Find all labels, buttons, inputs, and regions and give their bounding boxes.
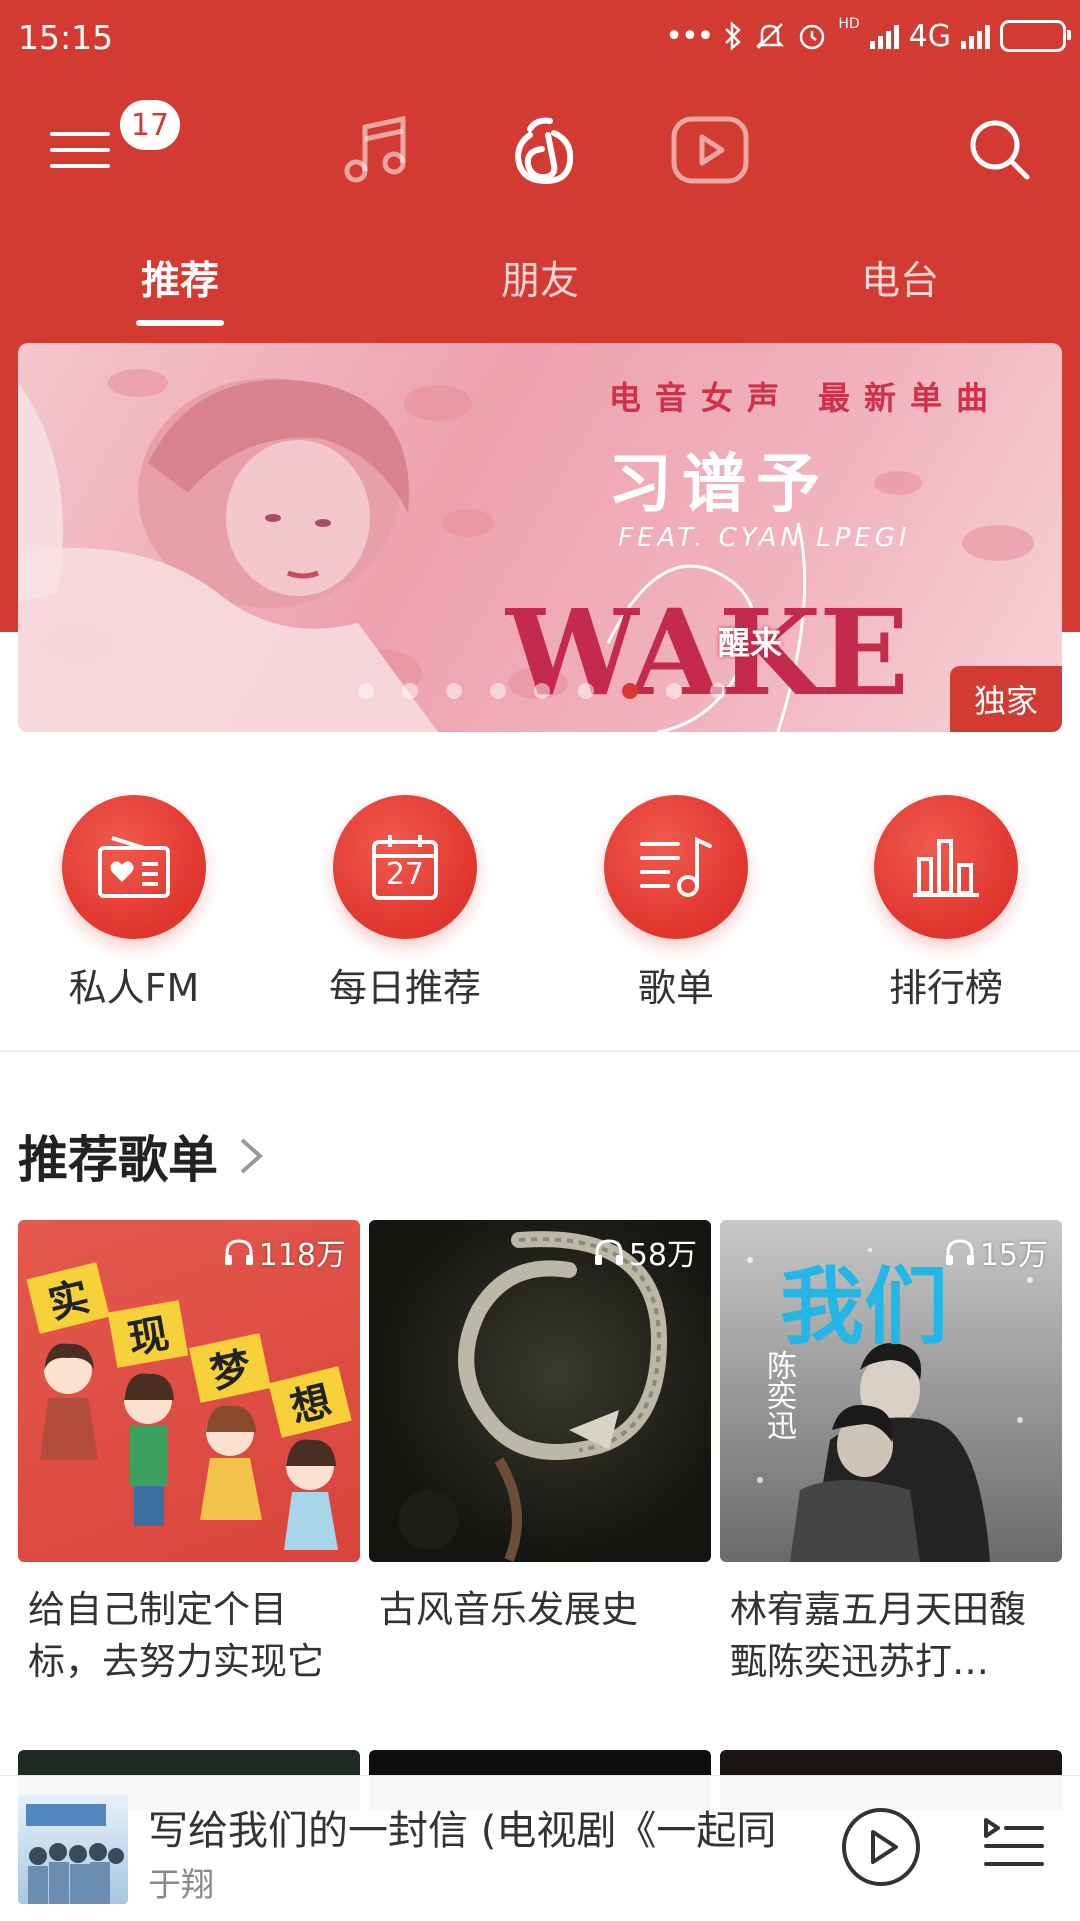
sub-tabs: 推荐 朋友 电台 <box>0 250 1080 330</box>
radio-icon <box>98 836 170 898</box>
banner-feat: FEAT. CYAN LPEGI <box>618 523 911 553</box>
tab-video[interactable] <box>660 90 760 210</box>
carousel-dot-active[interactable] <box>622 683 638 699</box>
video-icon <box>671 116 749 184</box>
tab-recommend[interactable]: 推荐 <box>80 250 280 306</box>
banner-subtitle: 电音女声 最新单曲 <box>608 379 1002 417</box>
status-time: 15:15 <box>18 18 114 57</box>
playlist-card[interactable]: 我们 陈奕迅 15万 林宥嘉五月天田馥甄陈奕迅苏打… <box>720 1220 1062 1688</box>
status-icons: ••• HD 4G 78 <box>665 16 1071 56</box>
menu-icon <box>50 132 110 168</box>
exclusive-tag: 独家 <box>950 666 1062 732</box>
play-icon <box>842 1808 920 1886</box>
chevron-right-icon <box>240 1138 264 1174</box>
playlist-title: 给自己制定个目标，去努力实现它 <box>28 1588 324 1683</box>
queue-list-icon <box>984 1818 1044 1866</box>
quick-daily[interactable]: 27 每日推荐 <box>285 795 525 1012</box>
play-count: 58万 <box>593 1230 697 1274</box>
quick-label: 排行榜 <box>888 966 1003 1010</box>
headphones-icon <box>945 1239 974 1265</box>
playlist-icon <box>640 836 712 897</box>
quick-label: 每日推荐 <box>328 966 481 1010</box>
play-button[interactable] <box>840 1806 922 1892</box>
battery-level: 78 <box>1035 24 1063 48</box>
banner-title-cn: 醒来 <box>718 624 783 662</box>
quick-charts[interactable]: 排行榜 <box>826 795 1066 1012</box>
section-divider <box>0 1050 1080 1052</box>
notification-badge: 17 <box>120 100 180 150</box>
playlist-title: 古风音乐发展史 <box>379 1588 638 1631</box>
chart-icon <box>913 839 979 897</box>
tab-friends[interactable]: 朋友 <box>440 250 640 306</box>
carousel-dot[interactable] <box>710 683 726 699</box>
now-playing-artist: 于翔 <box>148 1865 214 1904</box>
now-playing-art <box>26 1804 124 1904</box>
search-icon <box>970 120 1030 180</box>
mute-icon <box>756 23 785 49</box>
menu-button[interactable]: 17 <box>40 90 180 210</box>
headphones-icon <box>224 1239 253 1265</box>
chart-icon-circle <box>874 795 1018 939</box>
music-note-icon <box>344 115 406 183</box>
section-title: 推荐歌单 <box>18 1131 218 1189</box>
play-count-value: 15万 <box>979 1238 1048 1273</box>
playlist-cover: 58万 <box>369 1220 711 1562</box>
playlist-card[interactable]: 58万 古风音乐发展史 <box>369 1220 711 1636</box>
playlist-cover: 我们 陈奕迅 15万 <box>720 1220 1062 1562</box>
playlist-queue-button[interactable] <box>982 1816 1046 1876</box>
carousel-dot[interactable] <box>358 683 374 699</box>
carousel-dot[interactable] <box>534 683 550 699</box>
playlist-title: 林宥嘉五月天田馥甄陈奕迅苏打… <box>730 1588 1026 1683</box>
headphones-icon <box>594 1239 623 1265</box>
carousel-dots <box>358 683 726 699</box>
banner-carousel[interactable]: 电音女声 最新单曲 习谱予 FEAT. CYAN LPEGI WAKE 醒来 独… <box>18 343 1062 732</box>
quick-label: 私人FM <box>68 966 200 1010</box>
carousel-dot[interactable] <box>446 683 462 699</box>
signal-icon <box>869 23 899 49</box>
more-dots-icon: ••• <box>665 18 714 54</box>
tab-underline <box>136 320 224 326</box>
play-count-value: 58万 <box>628 1238 697 1273</box>
carousel-dot[interactable] <box>490 683 506 699</box>
quick-entries: 私人FM 27 每日推荐 歌单 排行榜 <box>0 795 1080 1015</box>
mini-player[interactable]: 写给我们的一封信 (电视剧《一起同 于翔 <box>0 1775 1080 1921</box>
quick-private-fm[interactable]: 私人FM <box>14 795 254 1012</box>
play-count-value: 118万 <box>258 1238 346 1273</box>
carousel-dot[interactable] <box>666 683 682 699</box>
top-navigation: 17 <box>0 90 1080 210</box>
calendar-icon-circle: 27 <box>333 795 477 939</box>
status-bar: 15:15 ••• HD 4G 78 <box>0 0 1080 76</box>
play-count: 15万 <box>944 1230 1048 1274</box>
calendar-day: 27 <box>385 856 425 892</box>
bluetooth-icon <box>725 21 742 51</box>
banner-title-en: WAKE <box>506 583 909 722</box>
network-type: 4G <box>908 18 951 54</box>
tab-discover[interactable] <box>495 90 595 210</box>
play-count: 118万 <box>223 1230 346 1274</box>
now-playing-cover <box>18 1794 128 1904</box>
hd-label: HD <box>838 16 860 32</box>
quick-label: 歌单 <box>637 966 714 1010</box>
alarm-icon <box>800 24 825 50</box>
cover-text: 我们 <box>780 1258 949 1356</box>
radio-icon-circle <box>62 795 206 939</box>
quick-playlists[interactable]: 歌单 <box>556 795 796 1012</box>
tab-radio[interactable]: 电台 <box>800 250 1000 306</box>
playlist-icon-circle <box>604 795 748 939</box>
search-button[interactable] <box>960 90 1040 210</box>
signal-icon-2 <box>961 23 990 49</box>
now-playing-title: 写给我们的一封信 (电视剧《一起同 <box>148 1808 777 1854</box>
playlist-card[interactable]: 实 现 梦 想 118万 给自己制定个目标，去努力实现它 <box>18 1220 360 1688</box>
section-header[interactable]: 推荐歌单 <box>18 1120 272 1192</box>
battery-icon: 78 <box>1000 20 1071 52</box>
playlist-cover: 实 现 梦 想 118万 <box>18 1220 360 1562</box>
tab-my-music[interactable] <box>325 90 425 210</box>
carousel-dot[interactable] <box>402 683 418 699</box>
netease-music-icon <box>514 117 574 185</box>
banner-artist: 习谱予 <box>608 448 830 522</box>
carousel-dot[interactable] <box>578 683 594 699</box>
cover-text: 陈奕迅 <box>761 1350 796 1440</box>
